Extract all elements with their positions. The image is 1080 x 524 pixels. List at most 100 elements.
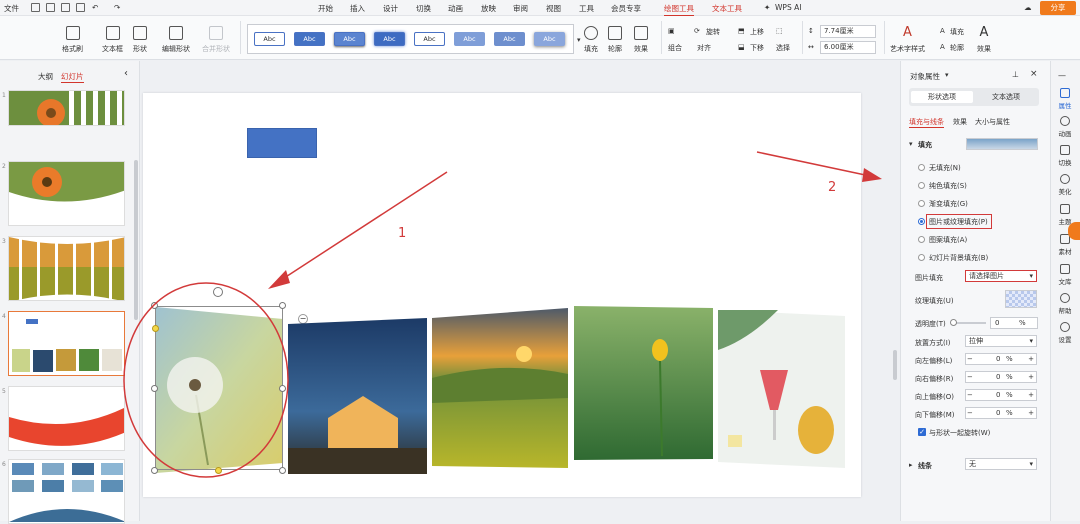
sidebar-library-label: 文库: [1058, 278, 1072, 286]
decrement-icon[interactable]: −: [967, 354, 973, 364]
panel-scrollbar[interactable]: [893, 350, 897, 380]
line-section-header[interactable]: 线条: [918, 461, 932, 471]
sidebar-beautify[interactable]: 美化: [1050, 174, 1080, 196]
offset-down-spinner[interactable]: − 0% +: [965, 407, 1037, 419]
offset-left-spinner[interactable]: − 0% +: [965, 353, 1037, 365]
tab-fill-line[interactable]: 填充与线条: [909, 117, 944, 128]
property-tabs: 形状选项 文本选项: [909, 88, 1039, 106]
offset-right-spinner[interactable]: − 0% +: [965, 371, 1037, 383]
placement-label: 放置方式(I): [915, 339, 951, 347]
radio-solid-fill[interactable]: [918, 182, 925, 189]
sidebar-animation-label: 动画: [1058, 130, 1072, 138]
picture-fill-label: 图片填充: [915, 274, 943, 282]
label-slide-bg-fill: 幻灯片背景填充(B): [929, 254, 989, 262]
offset-left-value: 0: [996, 355, 1001, 363]
texture-picker-dropdown[interactable]: [1005, 290, 1037, 308]
radio-gradient-fill[interactable]: [918, 200, 925, 207]
magic-icon: [1060, 174, 1070, 184]
radio-pattern-fill[interactable]: [918, 236, 925, 243]
sidebar-library[interactable]: 文库: [1050, 264, 1080, 286]
offset-up-value: 0: [996, 391, 1001, 399]
offset-up-label: 向上偏移(O): [915, 393, 954, 401]
transparency-label: 透明度(T): [915, 320, 946, 328]
pin-icon[interactable]: ⊥: [1012, 70, 1019, 79]
placement-dropdown[interactable]: 拉伸 ▾: [965, 335, 1037, 347]
chevron-down-icon: ▾: [1029, 337, 1033, 345]
sidebar-transition[interactable]: 切换: [1050, 145, 1080, 167]
annotation-number-1: 1: [398, 226, 407, 241]
radio-slide-bg-fill[interactable]: [918, 254, 925, 261]
library-icon: [1060, 264, 1070, 274]
texture-fill-label: 纹理填充(U): [915, 297, 954, 305]
sidebar-help-label: 帮助: [1058, 307, 1072, 315]
label-solid-fill: 纯色填充(S): [929, 182, 967, 190]
panel-title: 对象属性: [910, 72, 940, 81]
increment-icon[interactable]: +: [1028, 390, 1034, 400]
transparency-slider-handle[interactable]: [950, 319, 957, 326]
fill-preview-dropdown[interactable]: [966, 138, 1038, 150]
increment-icon[interactable]: +: [1028, 408, 1034, 418]
offset-left-label: 向左偏移(L): [915, 357, 953, 365]
chevron-down-icon: ▾: [1029, 460, 1033, 468]
close-icon[interactable]: ×: [1030, 69, 1038, 79]
sidebar-help[interactable]: 帮助: [1050, 293, 1080, 315]
star-icon: [1060, 116, 1070, 126]
offset-up-spinner[interactable]: − 0% +: [965, 389, 1037, 401]
offset-down-value: 0: [996, 409, 1001, 417]
sidebar-properties[interactable]: 属性: [1050, 88, 1080, 110]
offset-up-unit: %: [1006, 391, 1013, 399]
gear-icon: [1060, 322, 1070, 332]
sidebar-settings-label: 设置: [1058, 336, 1072, 344]
offset-left-unit: %: [1006, 355, 1013, 363]
decrement-icon[interactable]: −: [967, 372, 973, 382]
sidebar-beautify-label: 美化: [1058, 188, 1072, 196]
properties-icon: [1060, 88, 1070, 98]
offset-down-unit: %: [1006, 409, 1013, 417]
rotate-with-shape-label: 与形状一起旋转(W): [929, 429, 991, 437]
label-gradient-fill: 渐变填充(G): [929, 200, 968, 208]
sidebar-properties-label: 属性: [1058, 102, 1072, 110]
sidebar-materials-label: 素材: [1058, 248, 1072, 256]
transparency-slider-track[interactable]: [952, 322, 986, 324]
transparency-input[interactable]: 0%: [990, 317, 1038, 329]
placement-value: 拉伸: [969, 337, 983, 345]
transparency-value: 0: [995, 319, 1000, 327]
highlight-box: [926, 214, 992, 229]
sidebar-transition-label: 切换: [1058, 159, 1072, 167]
offset-right-unit: %: [1006, 373, 1013, 381]
rotate-with-shape-checkbox[interactable]: ✓: [918, 428, 926, 436]
select-picture-dropdown[interactable]: 请选择图片 ▾: [965, 270, 1037, 282]
transparency-unit: %: [1019, 319, 1026, 327]
offset-down-label: 向下偏移(M): [915, 411, 955, 419]
radio-picture-texture-fill[interactable]: [918, 218, 925, 225]
transition-icon: [1060, 145, 1070, 155]
annotation-number-2: 2: [828, 180, 837, 195]
sidebar-animation[interactable]: 动画: [1050, 116, 1080, 138]
increment-icon[interactable]: +: [1028, 372, 1034, 382]
offset-right-label: 向右偏移(R): [915, 375, 954, 383]
tab-text-options[interactable]: 文本选项: [975, 91, 1037, 103]
line-value: 无: [969, 460, 976, 468]
label-pattern-fill: 图案填充(A): [929, 236, 968, 244]
help-icon: [1060, 293, 1070, 303]
floating-assistant-button[interactable]: [1068, 222, 1080, 240]
fill-section-header[interactable]: 填充: [918, 140, 932, 150]
label-no-fill: 无填充(N): [929, 164, 961, 172]
line-section-toggle-icon[interactable]: ▸: [909, 461, 913, 469]
theme-icon: [1060, 204, 1070, 214]
tab-shape-options[interactable]: 形状选项: [911, 91, 973, 103]
fill-section-toggle-icon[interactable]: ▾: [909, 140, 913, 148]
tab-size-properties[interactable]: 大小与属性: [975, 117, 1010, 127]
minimize-icon[interactable]: —: [1058, 71, 1066, 80]
line-dropdown[interactable]: 无 ▾: [965, 458, 1037, 470]
offset-right-value: 0: [996, 373, 1001, 381]
decrement-icon[interactable]: −: [967, 408, 973, 418]
select-picture-value: 请选择图片: [969, 272, 1004, 280]
panel-title-dropdown-icon[interactable]: ▾: [945, 71, 949, 79]
radio-no-fill[interactable]: [918, 164, 925, 171]
chevron-down-icon: ▾: [1029, 272, 1033, 280]
decrement-icon[interactable]: −: [967, 390, 973, 400]
increment-icon[interactable]: +: [1028, 354, 1034, 364]
sidebar-settings[interactable]: 设置: [1050, 322, 1080, 344]
tab-effect[interactable]: 效果: [953, 117, 967, 127]
